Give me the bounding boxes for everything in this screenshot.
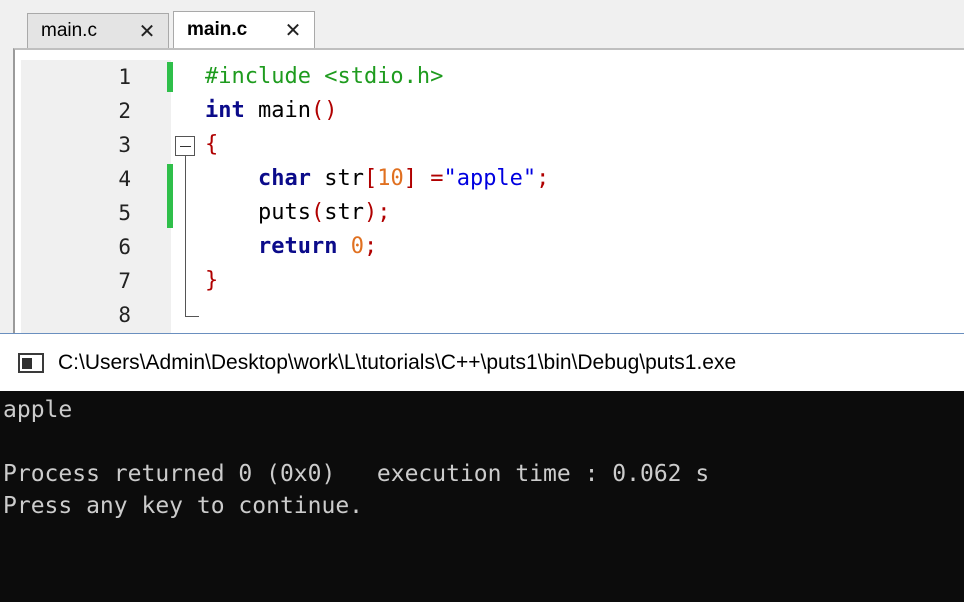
code-line-7: } [205, 268, 219, 293]
line-number: 6 [118, 235, 131, 259]
change-marker [167, 164, 173, 228]
line-number: 1 [118, 65, 131, 89]
console-output[interactable]: apple Process returned 0 (0x0) execution… [0, 391, 964, 602]
line-number-gutter: 1 2 3 4 5 6 7 8 [21, 60, 173, 335]
editor-tab-bar: main.c ✕ main.c ✕ [0, 0, 964, 48]
code-line-6: return 0; [257, 234, 378, 259]
console-output-line: Process returned 0 (0x0) execution time … [3, 461, 710, 487]
fold-minus-icon[interactable] [175, 136, 195, 156]
code-line-3: { [205, 132, 219, 157]
code-line-1: #include <stdio.h> [205, 64, 444, 89]
console-title: C:\Users\Admin\Desktop\work\L\tutorials\… [58, 350, 737, 374]
code-line-2: int main() [205, 98, 338, 123]
fold-guide-end [185, 316, 199, 317]
tab-label: main.c [187, 19, 248, 40]
line-number: 8 [118, 303, 131, 327]
fold-guide [185, 156, 186, 316]
code-line-4: char str[10] ="apple"; [257, 166, 550, 191]
close-icon[interactable]: ✕ [136, 20, 158, 43]
code-editor[interactable]: 1 2 3 4 5 6 7 8 #include <stdio.h> int m… [13, 48, 964, 335]
tab-label: main.c [41, 20, 97, 41]
code-line-5: puts(str); [257, 200, 391, 225]
change-marker [167, 62, 173, 92]
console-output-line: apple [3, 397, 73, 423]
console-window-icon [18, 352, 44, 373]
line-number: 7 [118, 269, 131, 293]
close-icon[interactable]: ✕ [282, 19, 304, 42]
line-number: 5 [118, 201, 131, 225]
line-number: 4 [118, 167, 131, 191]
tab-main-c-active[interactable]: main.c ✕ [173, 11, 315, 48]
console-output-line: Press any key to continue. [3, 493, 364, 519]
tab-main-c-inactive[interactable]: main.c ✕ [27, 13, 169, 48]
line-number: 3 [118, 133, 131, 157]
line-number: 2 [118, 99, 131, 123]
console-title-bar[interactable]: C:\Users\Admin\Desktop\work\L\tutorials\… [0, 333, 964, 391]
